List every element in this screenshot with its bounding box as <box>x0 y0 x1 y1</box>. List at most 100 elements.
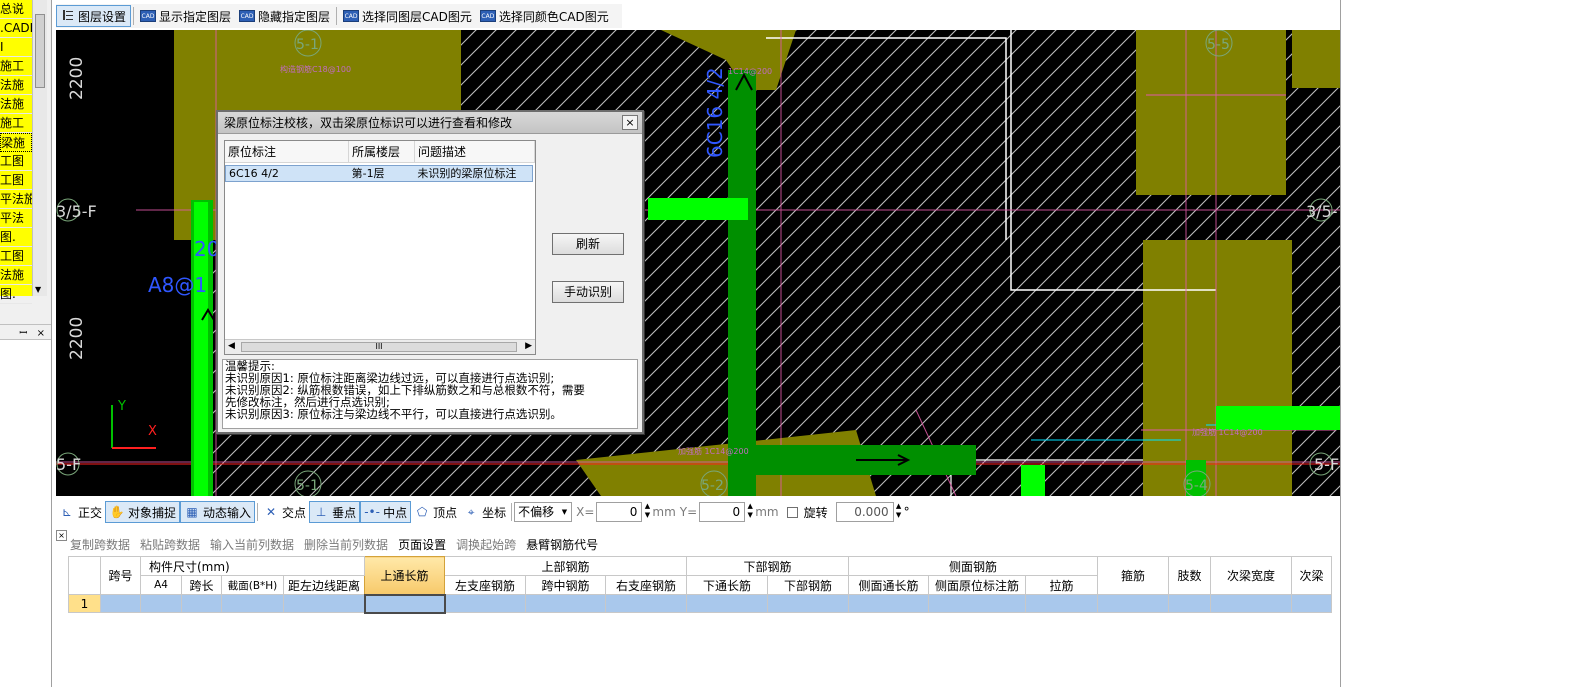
close-icon[interactable]: × <box>56 530 67 541</box>
perpendicular-snap-button[interactable]: ⊥ 垂点 <box>309 501 361 523</box>
table-row[interactable]: 6C16 4/2 第-1层 未识别的梁原位标注 <box>225 165 533 182</box>
scrollbar-thumb[interactable] <box>35 14 45 88</box>
upper-rebar-header[interactable]: 上部钢筋 <box>444 556 687 576</box>
secondary-beam-header[interactable]: 次梁 <box>1291 556 1332 595</box>
secondary-beam-cell[interactable] <box>1291 594 1332 613</box>
refresh-button[interactable]: 刷新 <box>552 233 624 255</box>
stirrup-header[interactable]: 箍筋 <box>1097 556 1169 595</box>
side-original-rebar-cell[interactable] <box>928 594 1026 613</box>
close-icon[interactable]: × <box>622 115 638 130</box>
table-horizontal-scrollbar[interactable]: ◀ III ▶ <box>225 339 535 354</box>
rotate-checkbox[interactable] <box>786 506 798 518</box>
top-through-rebar-header[interactable]: 上通长筋 <box>364 556 445 595</box>
bottom-rebar-cell[interactable] <box>767 594 849 613</box>
drawing-list-item[interactable]: 平法施 <box>0 190 32 209</box>
bottom-rebar-header[interactable]: 下部钢筋 <box>767 575 849 595</box>
drawing-list-item[interactable]: 图. <box>0 228 32 247</box>
drawing-list-item[interactable]: 施工 <box>0 57 32 76</box>
side-through-rebar-cell[interactable] <box>848 594 929 613</box>
a4-cell[interactable] <box>140 594 182 613</box>
legs-cell[interactable] <box>1168 594 1211 613</box>
scrollbar-thumb[interactable]: III <box>241 342 517 352</box>
section-cell[interactable] <box>221 594 284 613</box>
left-support-rebar-cell[interactable] <box>444 594 526 613</box>
distance-left-cell[interactable] <box>283 594 365 613</box>
drawing-list-item[interactable]: 总说 <box>0 0 32 19</box>
object-snap-button[interactable]: ✋ 对象捕捉 <box>105 501 181 523</box>
span-no-header[interactable]: 跨号 <box>100 556 141 595</box>
secondary-beam-width-cell[interactable] <box>1210 594 1292 613</box>
drawing-list-item[interactable]: 法施 <box>0 76 32 95</box>
distance-left-header[interactable]: 距左边线距离 <box>283 575 365 595</box>
show-layer-button[interactable]: CAD 显示指定图层 <box>136 5 235 27</box>
drawing-list-item[interactable]: 梁施 <box>0 133 32 152</box>
select-same-color-button[interactable]: CAD 选择同颜色CAD图元 <box>476 5 613 27</box>
drawing-list-item[interactable]: I <box>0 38 32 57</box>
copy-span-data-button[interactable]: 复制跨数据 <box>70 536 130 553</box>
drawing-list-item[interactable]: 图. <box>0 285 32 304</box>
rotate-angle-input[interactable]: 0.000 <box>835 502 894 522</box>
table-row[interactable]: 1 <box>68 593 1332 614</box>
right-support-rebar-cell[interactable] <box>605 594 687 613</box>
tie-bar-cell[interactable] <box>1025 594 1098 613</box>
sub-panel-controls[interactable]: ꟷ × <box>19 328 48 339</box>
hide-layer-button[interactable]: CAD 隐藏指定图层 <box>235 5 334 27</box>
row-number-cell[interactable]: 1 <box>68 594 101 613</box>
midpoint-snap-button[interactable]: -•- 中点 <box>360 501 412 523</box>
mid-span-rebar-cell[interactable] <box>525 594 606 613</box>
span-length-cell[interactable] <box>181 594 222 613</box>
layer-settings-button[interactable]: 图层设置 <box>56 5 132 27</box>
input-column-data-button[interactable]: 输入当前列数据 <box>210 536 294 553</box>
offset-select[interactable]: 不偏移 ▼ <box>514 502 573 522</box>
delete-column-data-button[interactable]: 删除当前列数据 <box>304 536 388 553</box>
drawing-list-item[interactable]: .CADI <box>0 19 32 38</box>
drawing-list-item[interactable]: 工图 <box>0 152 32 171</box>
secondary-beam-width-header[interactable]: 次梁宽度 <box>1210 556 1292 595</box>
coordinate-snap-button[interactable]: ⌖ 坐标 <box>460 501 509 523</box>
mid-span-rebar-header[interactable]: 跨中钢筋 <box>525 575 606 595</box>
side-original-rebar-header[interactable]: 侧面原位标注筋 <box>928 575 1026 595</box>
dynamic-input-button[interactable]: ▦ 动态输入 <box>180 501 256 523</box>
section-header[interactable]: 截面(B*H) <box>221 575 284 595</box>
paste-span-data-button[interactable]: 粘贴跨数据 <box>140 536 200 553</box>
select-same-layer-button[interactable]: CAD 选择同图层CAD图元 <box>339 5 476 27</box>
component-size-header[interactable]: 构件尺寸(mm) <box>140 556 365 576</box>
left-support-rebar-header[interactable]: 左支座钢筋 <box>444 575 526 595</box>
cantilever-rebar-code-button[interactable]: 悬臂钢筋代号 <box>526 536 598 553</box>
left-list-scrollbar[interactable]: ▼ <box>32 0 47 296</box>
y-coordinate-input[interactable]: 0 <box>699 502 746 522</box>
drawing-list-item[interactable]: 法施 <box>0 266 32 285</box>
page-settings-button[interactable]: 页面设置 <box>398 536 446 553</box>
bottom-through-rebar-cell[interactable] <box>686 594 768 613</box>
x-coordinate-input[interactable]: 0 <box>596 502 643 522</box>
drawing-list-item[interactable]: 施工 <box>0 114 32 133</box>
drawing-file-list[interactable]: 总说.CADII施工法施法施施工梁施工图工图平法施平法图.工图法施图. <box>0 0 32 304</box>
bottom-through-rebar-header[interactable]: 下通长筋 <box>686 575 768 595</box>
swap-start-span-button[interactable]: 调换起始跨 <box>456 536 516 553</box>
manual-identify-button[interactable]: 手动识别 <box>552 281 624 303</box>
right-support-rebar-header[interactable]: 右支座钢筋 <box>605 575 687 595</box>
column-header-issue[interactable]: 问题描述 <box>415 141 535 162</box>
drawing-list-item[interactable]: 法施 <box>0 95 32 114</box>
scroll-left-arrow-icon[interactable]: ◀ <box>228 341 235 351</box>
drawing-list-item[interactable]: 工图 <box>0 247 32 266</box>
tie-bar-header[interactable]: 拉筋 <box>1025 575 1098 595</box>
scroll-down-arrow-icon[interactable]: ▼ <box>35 285 41 294</box>
dialog-title-bar[interactable]: 梁原位标注校核，双击梁原位标识可以进行查看和修改 × <box>218 112 642 134</box>
lower-rebar-header[interactable]: 下部钢筋 <box>686 556 849 576</box>
a4-header[interactable]: A4 <box>140 575 182 595</box>
drawing-list-item[interactable]: 工图 <box>0 171 32 190</box>
y-spinner-icon[interactable]: ▲ ▼ <box>745 502 755 522</box>
rotate-spinner-icon[interactable]: ▲ ▼ <box>894 502 904 522</box>
side-rebar-header[interactable]: 侧面钢筋 <box>848 556 1098 576</box>
scroll-right-arrow-icon[interactable]: ▶ <box>525 341 532 351</box>
x-spinner-icon[interactable]: ▲ ▼ <box>642 502 652 522</box>
stirrup-cell[interactable] <box>1097 594 1169 613</box>
span-length-header[interactable]: 跨长 <box>181 575 222 595</box>
vertex-snap-button[interactable]: ⬠ 顶点 <box>411 501 460 523</box>
span-no-cell[interactable] <box>100 594 141 613</box>
side-through-rebar-header[interactable]: 侧面通长筋 <box>848 575 929 595</box>
column-header-annotation[interactable]: 原位标注 <box>225 141 349 162</box>
ortho-button[interactable]: ⊾ 正交 <box>56 501 105 523</box>
drawing-list-item[interactable]: 平法 <box>0 209 32 228</box>
